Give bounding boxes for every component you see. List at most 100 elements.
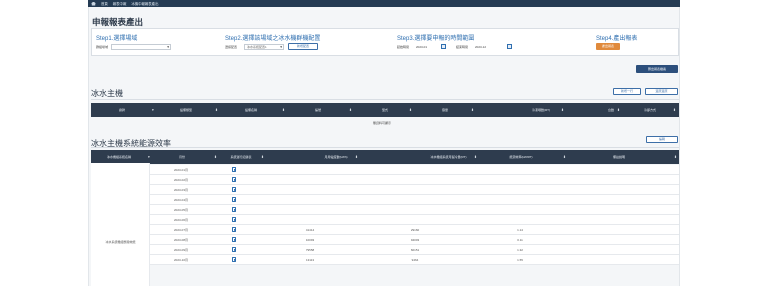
home-icon[interactable] [91, 1, 96, 6]
sort-icon[interactable]: ⬍ [674, 150, 677, 164]
add-row-button[interactable]: 新增一行 [613, 88, 641, 95]
sort-icon[interactable]: ⬍ [471, 103, 474, 117]
sort-icon[interactable]: ⬍ [563, 150, 566, 164]
sort-icon[interactable]: ⬍ [215, 103, 218, 117]
step2-title: Step2.選擇該場域之冰水機群機配置 [225, 36, 321, 42]
divider [91, 99, 679, 100]
sort-icon[interactable]: ⬍ [282, 103, 285, 117]
empty-table-message: 無資料可顯示 [373, 121, 392, 125]
table-row: 2023-02月 [150, 175, 679, 185]
start-date-value[interactable]: 2023-01 [416, 45, 427, 49]
reset-button[interactable]: 還原還原 [645, 88, 678, 95]
sort-icon[interactable]: ⬍ [261, 150, 264, 164]
table-row: 2023-06月 [150, 215, 679, 225]
sort-icon[interactable]: ▾ [152, 103, 154, 117]
add-config-button[interactable]: 新增配置 [288, 43, 318, 50]
site-select[interactable]: ▾ [111, 43, 171, 50]
chevron-down-icon: ▾ [280, 44, 282, 49]
table-row: 2023-07月 41414 29160 1.14 [150, 225, 679, 235]
sort-icon[interactable]: ⬍ [409, 103, 412, 117]
chevron-down-icon: ▾ [167, 44, 169, 49]
breadcrumb-home[interactable]: 首頁 [101, 1, 108, 6]
sort-icon[interactable]: ⬍ [561, 103, 564, 117]
kwh-cell [280, 195, 340, 205]
efficiency-cell: 1.32 [517, 248, 523, 252]
document-icon[interactable] [232, 237, 236, 242]
col-brand[interactable]: 廠牌 [91, 103, 153, 117]
col-system-name[interactable]: 冰水機組系統名稱 [91, 150, 147, 164]
col-capacity[interactable]: 容量 [413, 103, 477, 117]
kwh-cell: 10093 [305, 238, 315, 242]
col-run-record[interactable]: 系統運行記錄表 [219, 150, 263, 164]
table-row: 2023-09月 79558 60151 1.32 [150, 245, 679, 255]
system-name-text: 冰水系統機組整體效能 [105, 240, 136, 244]
rt-cell [385, 165, 445, 175]
calendar-icon[interactable] [507, 44, 512, 49]
config-select[interactable]: 冰水系統配置1 ▾ [244, 43, 284, 50]
document-icon[interactable] [232, 227, 236, 232]
kwh-cell [280, 205, 340, 215]
document-icon[interactable] [232, 167, 236, 172]
table-row: 2023-10月 13113 9464 1.55 [150, 255, 679, 265]
month-cell: 2023-10月 [173, 258, 188, 262]
rt-cell [385, 185, 445, 195]
col-device-type[interactable]: 設備類型 [155, 103, 217, 117]
sort-icon[interactable]: ⬍ [617, 103, 620, 117]
document-icon[interactable] [232, 207, 236, 212]
sort-icon[interactable]: ⬍ [214, 150, 217, 164]
col-remarks[interactable]: 備註說明 [569, 150, 669, 164]
table-row: 2023-04月 [150, 195, 679, 205]
kwh-cell [280, 185, 340, 195]
sort-icon[interactable]: ⬍ [349, 103, 352, 117]
kwh-cell [280, 165, 340, 175]
step1-label: 群組場域 [96, 45, 109, 49]
breadcrumb-current: 冰機中報報表產出 [131, 2, 159, 6]
document-icon[interactable] [232, 257, 236, 262]
document-icon[interactable] [232, 247, 236, 252]
breadcrumb-reports[interactable]: 報表中報 [113, 1, 127, 6]
steps-panel [91, 28, 679, 56]
rt-cell [385, 175, 445, 185]
month-cell: 2023-06月 [173, 218, 188, 222]
sort-icon[interactable]: ⬍ [474, 150, 477, 164]
generate-report-button[interactable]: 產出報表 [596, 43, 620, 50]
divider [91, 147, 679, 148]
export-report-button[interactable]: 匯出報表檔案 [636, 65, 678, 73]
document-icon[interactable] [232, 187, 236, 192]
rt-cell: 9464 [411, 258, 419, 262]
document-icon[interactable] [232, 177, 236, 182]
col-efficiency[interactable]: 能源效率(kW/RT) [481, 150, 561, 164]
kwh-cell [280, 175, 340, 185]
efficiency-cell: 1.14 [517, 228, 523, 232]
step3-title: Step3.選擇要申報的時間範圍 [397, 36, 475, 42]
kwh-cell [280, 215, 340, 225]
col-model[interactable]: 型式 [353, 103, 417, 117]
efficiency-cell [490, 205, 550, 215]
col-device-name[interactable]: 設備名稱 [219, 103, 283, 117]
efficiency-cell [490, 195, 550, 205]
step2-label: 選擇配置 [225, 45, 238, 49]
document-icon[interactable] [232, 217, 236, 222]
sort-icon[interactable]: ⬍ [355, 150, 358, 164]
rt-cell: 94003 [410, 238, 420, 242]
efficiency-cell: 0.11 [517, 238, 523, 242]
col-cooling-method[interactable]: 冷卻方式 [625, 103, 675, 117]
rt-cell [385, 195, 445, 205]
month-cell: 2023-08月 [173, 238, 188, 242]
document-icon[interactable] [232, 197, 236, 202]
rt-cell [385, 205, 445, 215]
col-month[interactable]: 月份 [153, 150, 211, 164]
col-number[interactable]: 編號 [286, 103, 350, 117]
calendar-icon[interactable] [441, 44, 446, 49]
sort-icon[interactable]: ▾ [148, 150, 150, 164]
rt-cell: 60151 [410, 248, 420, 252]
step4-title: Step4.產出報表 [596, 36, 638, 42]
sort-icon[interactable]: ⬍ [673, 103, 676, 117]
efficiency-cell [490, 175, 550, 185]
month-cell: 2023-09月 [173, 248, 188, 252]
table-row: 2023-03月 [150, 185, 679, 195]
step1-title: Step1.選擇場域 [96, 36, 138, 42]
edit-button[interactable]: 編輯 [646, 136, 678, 143]
efficiency-cell: 1.55 [517, 258, 523, 262]
end-date-value[interactable]: 2023-12 [475, 45, 486, 49]
